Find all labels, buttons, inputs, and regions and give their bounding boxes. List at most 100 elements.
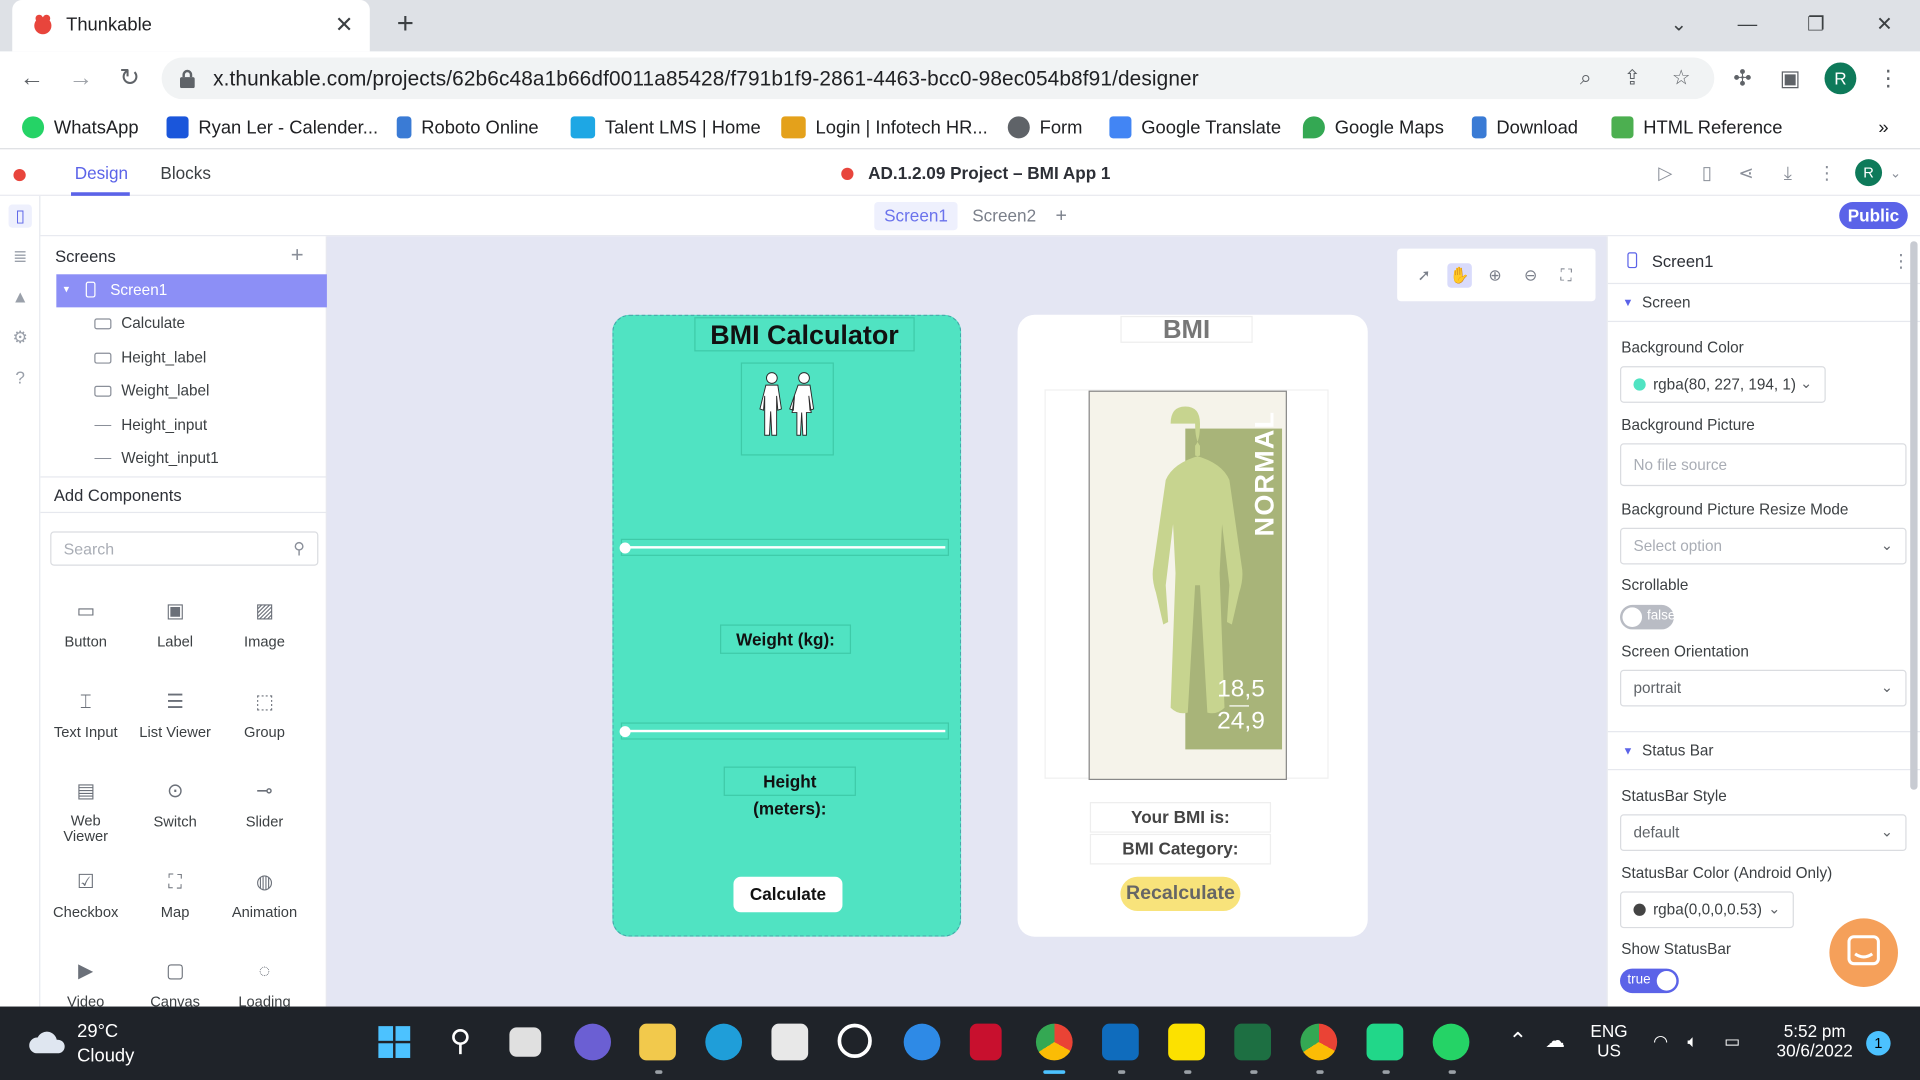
select-pointer-icon[interactable]: ➚ [1412,263,1436,287]
bmi-category-label[interactable]: BMI Category: [1089,833,1272,865]
tree-item-height-label[interactable]: Height_label [94,347,206,369]
edge-browser-icon[interactable] [705,1023,743,1061]
volume-icon[interactable]: 🔈︎ [1687,1031,1697,1052]
scrollable-toggle[interactable]: false [1620,604,1675,630]
zoom-out-icon[interactable]: ⊖ [1518,263,1542,287]
bookmark-talent-lms[interactable]: Talent LMS | Home [570,115,761,139]
chevron-down-icon[interactable]: ⌄ [1883,162,1907,186]
bookmark-calendar[interactable]: Ryan Ler - Calender... [166,115,378,139]
zoom-icon[interactable]: ⌕ [1572,66,1599,90]
more-bookmarks-button[interactable]: » [1878,115,1888,139]
sticky-notes-icon[interactable] [1168,1023,1205,1061]
screen2-preview[interactable]: BMI NORMAL 18,5 24,9 Your BMI is: BMI Ca… [1017,314,1368,937]
your-bmi-label[interactable]: Your BMI is: [1089,802,1272,833]
chrome-profile-icon[interactable] [1300,1023,1338,1061]
share-icon[interactable]: ⇪ [1619,66,1646,90]
bookmark-star-icon[interactable]: ☆ [1668,66,1695,90]
share-icon[interactable]: ⋖ [1734,162,1758,186]
restore-button[interactable]: ❐ [1798,10,1835,42]
extensions-icon[interactable]: ✣ [1728,64,1757,93]
onedrive-cloud-icon[interactable]: ☁ [1545,1029,1565,1053]
start-button[interactable] [376,1024,413,1061]
close-window-button[interactable]: ✕ [1866,10,1903,42]
show-statusbar-toggle[interactable]: true [1620,968,1679,994]
slider-handle[interactable] [619,726,631,738]
caret-down-icon[interactable]: ▾ [64,283,70,296]
bmi-title[interactable]: BMI [1120,315,1253,343]
mcafee-icon[interactable] [969,1023,1002,1061]
forward-button[interactable]: → [64,61,98,95]
calculate-button[interactable]: Calculate [733,876,843,913]
fit-screen-icon[interactable]: ⛶ [1554,263,1578,287]
chrome-menu-icon[interactable]: ⋮ [1873,64,1902,93]
bookmark-roboto[interactable]: Roboto Online [396,115,539,139]
teams-chat-icon[interactable] [574,1023,612,1061]
component-label[interactable]: ▣ Label [132,599,218,650]
outlook-icon[interactable] [1102,1023,1139,1061]
component-video[interactable]: ▶ Video [43,959,129,1010]
help-icon[interactable]: ? [9,366,32,389]
component-animation[interactable]: ◍ Animation [222,869,308,921]
height-label[interactable]: Height (meters): [723,766,856,818]
component-group[interactable]: ⬚ Group [222,689,308,741]
back-button[interactable]: ← [15,61,49,95]
tab-screen1[interactable]: Screen1 [874,202,958,231]
language-indicator[interactable]: ENG US [1585,1021,1634,1060]
component-web-viewer[interactable]: ▤ Web Viewer [43,779,129,845]
public-button[interactable]: Public [1839,202,1908,229]
battery-icon[interactable]: ▭ [1724,1031,1740,1052]
screen1-preview[interactable]: BMI Calculator Weight (kg): Height (mete… [612,314,962,937]
height-slider[interactable] [619,722,949,740]
tree-item-weight-input1[interactable]: Weight_input1 [94,447,219,469]
search-icon[interactable]: ⚲ [442,1024,479,1061]
minimize-button[interactable]: — [1729,10,1766,42]
profile-avatar[interactable]: R [1824,62,1857,95]
design-canvas[interactable]: ➚ ✋ ⊕ ⊖ ⛶ BMI Calculator Weight (kg): He… [326,236,1607,1007]
support-chat-button[interactable] [1829,918,1898,987]
tree-item-height-input[interactable]: Height_input [94,414,207,436]
show-hidden-icons-chevron-icon[interactable]: ⌃ [1509,1029,1527,1055]
tree-item-calculate[interactable]: Calculate [94,312,185,334]
microsoft-store-icon[interactable] [771,1023,809,1061]
file-explorer-icon[interactable] [639,1023,676,1061]
download-icon[interactable]: ⤓ [1776,162,1800,186]
component-text-input[interactable]: ⌶ Text Input [43,689,129,741]
clock[interactable]: 5:52 pm 30/6/2022 [1763,1021,1866,1060]
new-tab-button[interactable]: + [389,9,421,42]
play-icon[interactable]: ▷ [1653,162,1677,186]
bookmark-google-translate[interactable]: Google Translate [1109,115,1281,139]
component-canvas[interactable]: ▢ Canvas [132,959,218,1010]
settings-gear-icon[interactable]: ⚙ [9,326,32,349]
statusbar-color-picker[interactable]: rgba(0,0,0,0.53) ⌄ [1620,891,1794,929]
address-bar[interactable]: x.thunkable.com/projects/62b6c48a1b66df0… [161,57,1715,100]
user-avatar[interactable]: R [1855,159,1883,187]
zoom-in-icon[interactable]: ⊕ [1483,263,1507,287]
tree-item-weight-label[interactable]: Weight_label [94,380,209,402]
excel-icon[interactable] [1234,1023,1272,1061]
add-screen-button[interactable]: + [1046,202,1077,230]
bg-picture-input[interactable]: No file source [1620,443,1907,487]
task-view-icon[interactable] [509,1027,542,1057]
component-list-viewer[interactable]: ☰ List Viewer [132,689,218,741]
tab-screen2[interactable]: Screen2 [962,202,1045,230]
component-search-input[interactable]: Search ⚲ [50,531,319,566]
database-icon[interactable]: ≣ [9,245,32,268]
tab-search-icon[interactable]: ⌄ [1660,10,1697,42]
recalculate-button[interactable]: Recalculate [1120,876,1241,912]
resize-mode-select[interactable]: Select option ⌄ [1620,527,1907,565]
wifi-icon[interactable]: ◠ [1653,1031,1668,1052]
side-panel-icon[interactable]: ▣ [1776,64,1805,93]
section-status-bar[interactable]: ▼ Status Bar [1607,731,1920,771]
component-image[interactable]: ▨ Image [222,599,308,650]
whatsapp-icon[interactable] [1432,1023,1470,1061]
bmi-calculator-title[interactable]: BMI Calculator [694,317,915,352]
component-button[interactable]: ▭ Button [43,599,129,650]
close-tab-icon[interactable]: ✕ [331,11,358,38]
orientation-select[interactable]: portrait ⌄ [1620,669,1907,707]
body-silhouettes-image[interactable] [740,362,834,456]
bookmark-form[interactable]: Form [1007,115,1082,139]
weight-label[interactable]: Weight (kg): [720,624,852,654]
bookmark-download[interactable]: Download [1471,115,1578,139]
device-icon[interactable]: ▯ [8,204,32,228]
bookmark-infotech[interactable]: Login | Infotech HR... [781,115,988,139]
